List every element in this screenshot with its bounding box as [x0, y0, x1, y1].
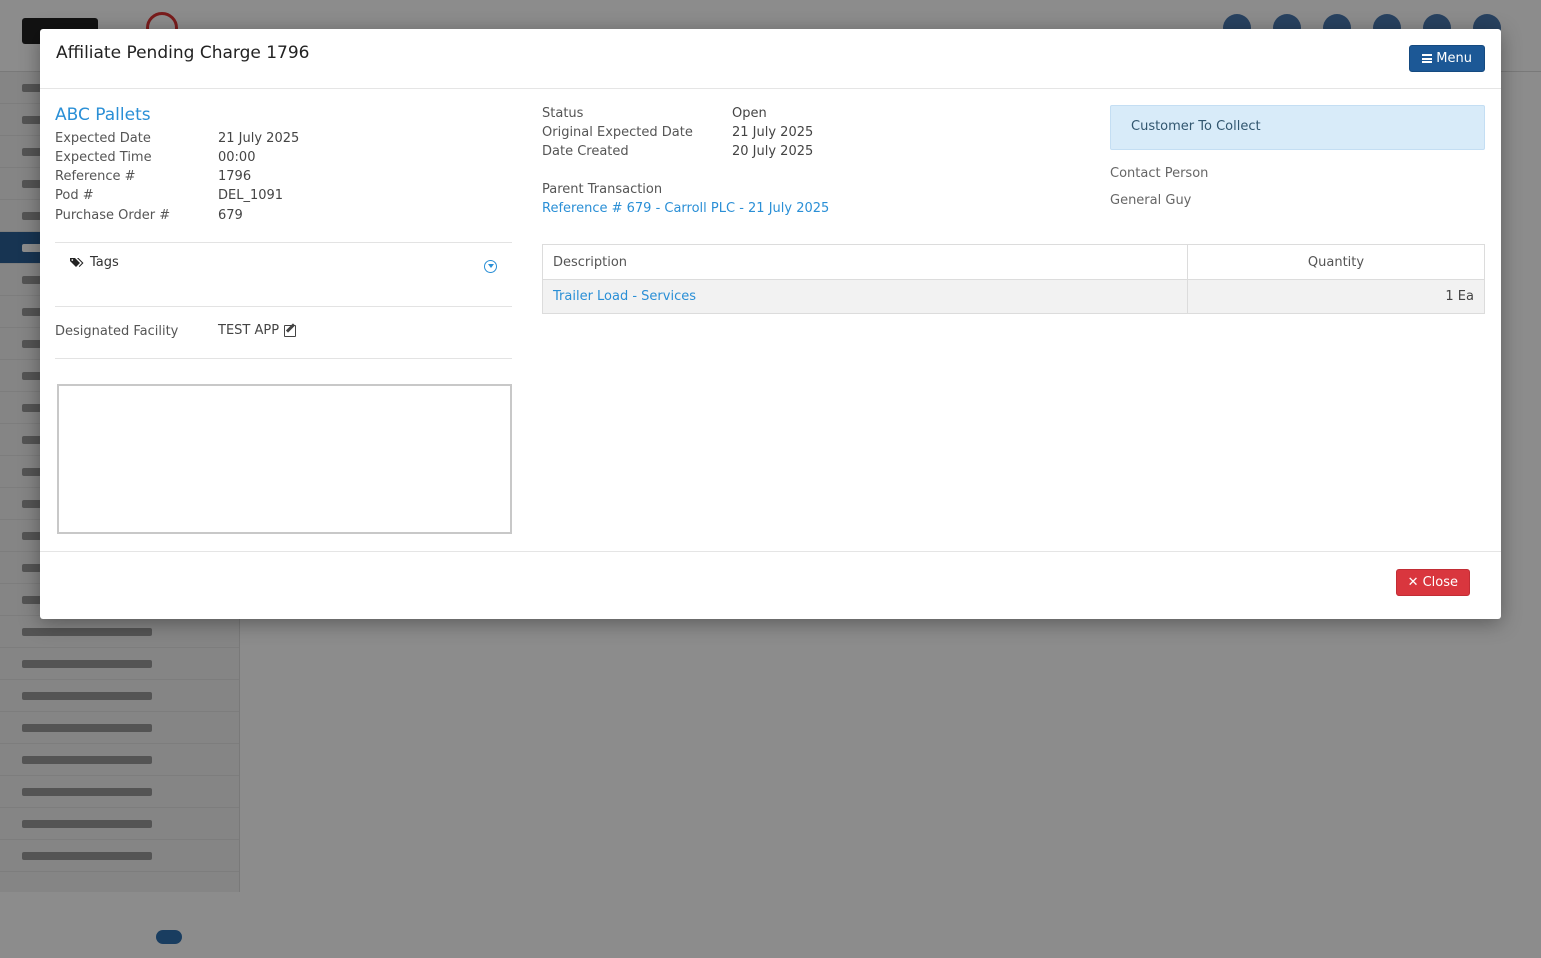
parent-transaction-label: Parent Transaction: [542, 182, 663, 197]
quantity-cell: 1 Ea: [1187, 279, 1485, 314]
table-header-row: Description Quantity: [542, 244, 1485, 280]
facility-value: TEST APP: [218, 323, 297, 338]
modal-footer: ✕ Close: [40, 551, 1501, 619]
field-value: Open: [732, 106, 767, 121]
divider: [55, 242, 512, 243]
divider: [55, 358, 512, 359]
item-link[interactable]: Trailer Load - Services: [553, 289, 696, 304]
field-value: 21 July 2025: [732, 125, 814, 140]
facility-label: Designated Facility: [55, 324, 179, 339]
contact-person-name: General Guy: [1110, 193, 1192, 208]
tags-label: Tags: [90, 255, 119, 270]
collection-notice: Customer To Collect: [1110, 105, 1485, 150]
description-header: Description: [542, 244, 1188, 280]
tags-icon: [70, 257, 84, 268]
facility-name: TEST APP: [218, 323, 280, 338]
field-value: 1796: [218, 169, 252, 184]
field-value: 20 July 2025: [732, 144, 814, 159]
menu-button-label: Menu: [1436, 51, 1472, 66]
field-label: Reference #: [55, 169, 136, 184]
field-value: 00:00: [218, 150, 256, 165]
charge-modal: Affiliate Pending Charge 1796 Menu ABC P…: [40, 29, 1501, 619]
divider: [55, 306, 512, 307]
tags-section[interactable]: Tags: [70, 255, 119, 270]
field-label: Purchase Order #: [55, 208, 171, 223]
table-row: Trailer Load - Services 1 Ea: [542, 279, 1485, 314]
field-label: Expected Date: [55, 131, 151, 146]
field-label: Pod #: [55, 188, 94, 203]
close-icon: ✕: [1407, 575, 1419, 590]
field-label: Expected Time: [55, 150, 152, 165]
description-cell: Trailer Load - Services: [542, 279, 1188, 314]
quantity-header: Quantity: [1187, 244, 1485, 280]
menu-button[interactable]: Menu: [1409, 45, 1485, 72]
chevron-down-icon[interactable]: [484, 260, 497, 273]
hamburger-icon: [1422, 54, 1433, 63]
modal-header: Affiliate Pending Charge 1796 Menu: [40, 29, 1501, 89]
parent-transaction-link[interactable]: Reference # 679 - Carroll PLC - 21 July …: [542, 201, 829, 216]
close-button[interactable]: ✕ Close: [1395, 569, 1470, 596]
field-value: DEL_1091: [218, 188, 284, 203]
modal-body: ABC Pallets Expected Date 21 July 2025 E…: [40, 89, 1501, 551]
contact-person-label: Contact Person: [1110, 166, 1209, 181]
field-value: 679: [218, 208, 243, 223]
field-label: Date Created: [542, 144, 629, 159]
company-link[interactable]: ABC Pallets: [55, 105, 151, 125]
modal-title: Affiliate Pending Charge 1796: [56, 43, 310, 63]
field-label: Status: [542, 106, 584, 121]
edit-icon[interactable]: [284, 324, 297, 337]
field-value: 21 July 2025: [218, 131, 300, 146]
items-table: Description Quantity Trailer Load - Serv…: [542, 244, 1485, 314]
field-label: Original Expected Date: [542, 125, 693, 140]
notes-box[interactable]: [57, 384, 512, 534]
close-button-label: Close: [1422, 575, 1458, 590]
